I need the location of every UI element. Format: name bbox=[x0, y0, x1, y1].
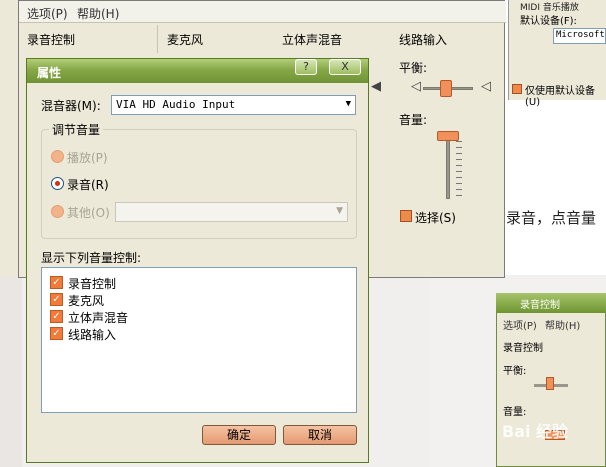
volume-label: 音量: bbox=[399, 113, 428, 127]
balance-label: 平衡: bbox=[399, 61, 428, 75]
column-divider bbox=[157, 25, 158, 53]
volume-slider-ticks bbox=[456, 141, 462, 201]
small-balance-thumb[interactable] bbox=[546, 377, 554, 390]
control-label: 麦克风 bbox=[68, 294, 105, 308]
control-label: 录音控制 bbox=[68, 277, 117, 291]
help-button[interactable]: ? bbox=[295, 59, 317, 75]
dropdown-arrow-icon[interactable]: ▼ bbox=[336, 206, 343, 216]
small-volume-label: 音量: bbox=[503, 407, 527, 418]
menu-bar: 选项(P) 帮助(H) bbox=[19, 1, 506, 23]
speaker-left-icon: ◀ bbox=[371, 79, 381, 94]
small-section-label: 录音控制 bbox=[503, 343, 543, 354]
dialog-titlebar: 属性 ? X bbox=[27, 59, 368, 83]
cancel-button[interactable]: 取消 bbox=[283, 425, 357, 445]
controls-listbox[interactable]: ✓ 录音控制 ✓ 麦克风 ✓ 立体声混音 ✓ 线路输入 bbox=[41, 267, 357, 413]
ok-button[interactable]: 确定 bbox=[202, 425, 276, 445]
group-label: 调节音量 bbox=[49, 121, 104, 138]
midi-only-default-checkbox[interactable] bbox=[512, 84, 522, 94]
menu-options[interactable]: 选项(P) bbox=[27, 5, 68, 22]
control-checkbox[interactable]: ✓ bbox=[50, 293, 63, 306]
radio-other[interactable] bbox=[51, 205, 64, 218]
volume-slider-thumb[interactable] bbox=[437, 131, 459, 141]
control-label: 立体声混音 bbox=[68, 311, 129, 325]
dialog-title: 属性 bbox=[37, 66, 62, 80]
midi-device-field[interactable]: Microsoft bbox=[553, 28, 606, 44]
properties-dialog: 属性 ? X 混音器(M): VIA HD Audio Input ▼ 调节音量… bbox=[26, 58, 369, 463]
dropdown-arrow-icon[interactable]: ▼ bbox=[346, 99, 351, 109]
column-microphone: 麦克风 bbox=[167, 33, 204, 47]
radio-playback-label: 播放(P) bbox=[67, 151, 108, 165]
select-checkbox[interactable] bbox=[400, 210, 412, 222]
balance-slider-thumb[interactable] bbox=[440, 80, 452, 97]
other-device-select[interactable]: ▼ bbox=[115, 202, 348, 222]
radio-recording[interactable] bbox=[51, 177, 64, 190]
speaker-right-icon: ◁ bbox=[481, 79, 491, 94]
close-button[interactable]: X bbox=[329, 59, 361, 75]
midi-default-device-label: 默认设备(F): bbox=[520, 16, 577, 27]
mixer-select[interactable]: VIA HD Audio Input ▼ bbox=[111, 95, 356, 115]
column-line-in: 线路输入 bbox=[399, 33, 448, 47]
radio-playback[interactable] bbox=[51, 150, 64, 163]
mixer-select-value: VIA HD Audio Input bbox=[116, 98, 236, 111]
small-menu-options[interactable]: 选项(P) bbox=[503, 317, 537, 332]
control-checkbox[interactable]: ✓ bbox=[50, 327, 63, 340]
small-balance-label: 平衡: bbox=[503, 366, 527, 377]
speaker-left-icon: ◁ bbox=[411, 79, 421, 94]
midi-only-default-label: 仅使用默认设备(U) bbox=[525, 86, 595, 108]
baidu-watermark: Bai 经验 bbox=[502, 422, 569, 441]
volume-slider-track[interactable] bbox=[446, 139, 450, 199]
menu-help[interactable]: 帮助(H) bbox=[77, 5, 119, 22]
column-stereo-mix: 立体声混音 bbox=[282, 33, 343, 47]
radio-recording-label: 录音(R) bbox=[67, 178, 109, 192]
page-background-left bbox=[0, 277, 22, 467]
small-menu-help[interactable]: 帮助(H) bbox=[545, 317, 580, 332]
control-checkbox[interactable]: ✓ bbox=[50, 276, 63, 289]
small-window-title: 录音控制 bbox=[520, 300, 560, 311]
control-checkbox[interactable]: ✓ bbox=[50, 310, 63, 323]
control-label: 线路输入 bbox=[68, 328, 117, 342]
article-text: 录音，点音量 bbox=[506, 209, 597, 227]
select-label: 选择(S) bbox=[415, 211, 456, 225]
mixer-label: 混音器(M): bbox=[41, 99, 101, 113]
radio-other-label: 其他(O) bbox=[67, 206, 110, 220]
show-controls-label: 显示下列音量控制: bbox=[41, 251, 142, 265]
column-record-control: 录音控制 bbox=[27, 33, 76, 47]
